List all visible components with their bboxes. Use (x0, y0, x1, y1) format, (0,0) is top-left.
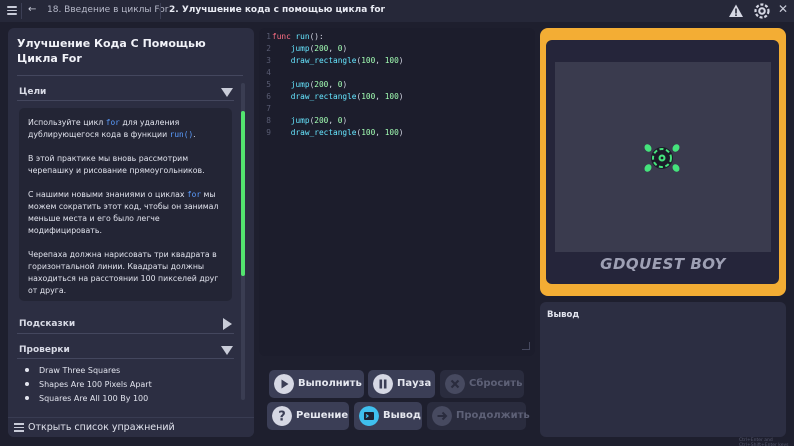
continue-label: Продолжить (456, 410, 530, 421)
turtle-icon (644, 144, 680, 172)
question-icon: ? (272, 406, 292, 426)
divider (17, 358, 234, 359)
list-icon (14, 423, 24, 432)
arrow-right-icon (432, 406, 452, 426)
gear-icon[interactable] (754, 3, 770, 19)
open-list-label: Открыть список упражнений (28, 422, 175, 433)
check-item: Squares Are All 100 By 100 (39, 394, 149, 403)
divider (21, 3, 22, 19)
divider (17, 100, 234, 101)
play-icon (274, 374, 294, 394)
close-icon[interactable]: ✕ (778, 2, 788, 16)
goals-header[interactable]: Цели (19, 87, 46, 97)
chevron-down-icon[interactable] (221, 88, 233, 97)
reset-button[interactable]: Сбросить (440, 370, 524, 398)
top-bar: ← 18. Введение в циклы For 2. Улучшение … (0, 0, 794, 22)
goal-paragraph: Используйте цикл for для удаления дублир… (28, 118, 196, 139)
output-title: Вывод (547, 310, 580, 320)
breadcrumb-lesson[interactable]: 18. Введение в циклы For (47, 5, 168, 15)
open-exercise-list-button[interactable]: Открыть список упражнений (8, 417, 254, 437)
chevron-right-icon[interactable] (223, 318, 232, 330)
bullet-icon (25, 382, 29, 386)
console-icon (359, 406, 379, 426)
check-item: Draw Three Squares (39, 366, 121, 375)
pause-icon (373, 374, 393, 394)
goals-box: Используйте цикл for для удаления дублир… (19, 108, 232, 301)
divider (17, 75, 243, 76)
output-toggle-button[interactable]: Вывод (354, 402, 422, 430)
output-toggle-label: Вывод (383, 410, 421, 421)
arrow-left-icon[interactable]: ← (28, 4, 36, 15)
pause-button[interactable]: Пауза (368, 370, 435, 398)
reset-label: Сбросить (469, 378, 523, 389)
hamburger-icon[interactable] (7, 6, 17, 15)
solution-label: Решение (296, 410, 349, 421)
close-icon (445, 374, 465, 394)
scrollbar-thumb[interactable] (241, 111, 245, 276)
goal-paragraph: В этой практике мы вновь рассмотрим чере… (28, 154, 205, 175)
check-item: Shapes Are 100 Pixels Apart (39, 380, 152, 389)
run-button[interactable]: Выполнить (269, 370, 364, 398)
warning-icon[interactable] (728, 3, 744, 19)
breadcrumb-practice: 2. Улучшение кода с помощью цикла for (169, 5, 385, 15)
chevron-down-icon[interactable] (221, 346, 233, 355)
practice-sidebar: Улучшение Кода С Помощью Цикла For Цели … (8, 28, 254, 437)
resize-handle-icon[interactable] (522, 342, 530, 350)
checks-header[interactable]: Проверки (19, 345, 70, 355)
bullet-icon (25, 368, 29, 372)
practice-title: Улучшение Кода С Помощью Цикла For (17, 37, 206, 65)
hints-header[interactable]: Подсказки (19, 319, 75, 329)
run-label: Выполнить (298, 378, 362, 389)
solution-button[interactable]: ? Решение (267, 402, 349, 430)
divider (17, 333, 234, 334)
continue-button[interactable]: Продолжить (427, 402, 530, 430)
goal-paragraph: Черепаха должна нарисовать три квадрата … (28, 250, 219, 295)
goal-paragraph: С нашими новыми знаниями о циклах for мы… (28, 190, 219, 235)
divider (160, 3, 161, 19)
code-editor[interactable]: 1 func run(): 2 jump(200, 0) 3 draw_recta… (259, 28, 535, 356)
output-panel: Вывод (540, 302, 786, 437)
pause-label: Пауза (397, 378, 432, 389)
bullet-icon (25, 396, 29, 400)
console-brand: GDQUEST BOY (600, 255, 726, 273)
keyboard-hint: Ctrl+Enter and Ctrl+Shift+Enter keys (739, 438, 789, 446)
svg-text:?: ? (278, 410, 286, 425)
